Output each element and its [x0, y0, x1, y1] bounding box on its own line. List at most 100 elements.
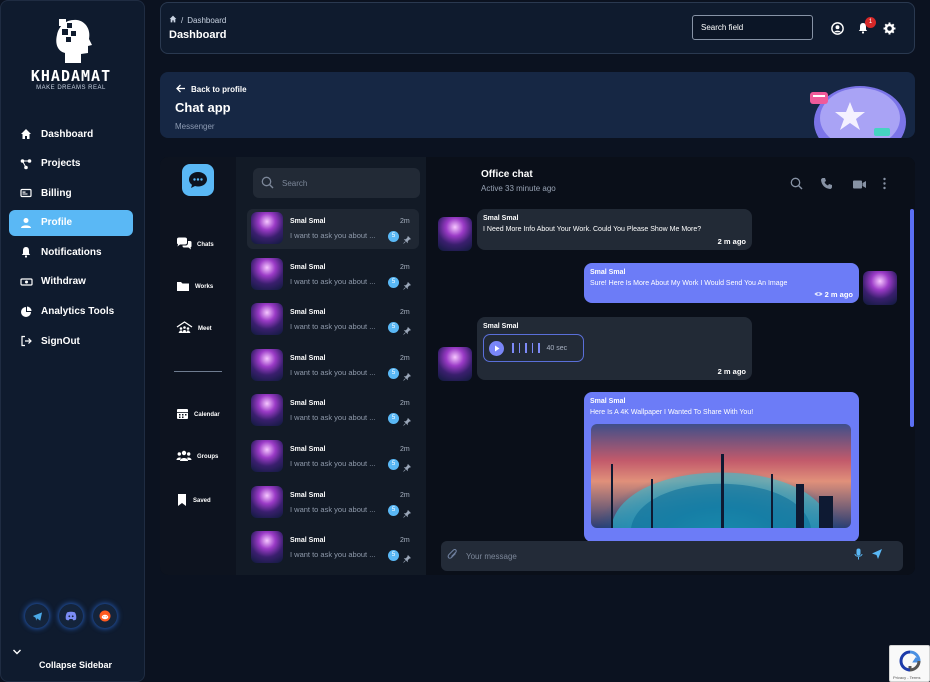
gear-icon[interactable]	[882, 21, 896, 35]
conversation-time: 2m	[400, 491, 410, 499]
play-icon[interactable]	[489, 340, 504, 356]
chat-app-logo-icon[interactable]	[182, 164, 214, 196]
recaptcha-badge[interactable]: Privacy - Terms	[889, 645, 930, 682]
conversation-item[interactable]: Smal Smal I want to ask you about ... 2m 5	[247, 346, 419, 386]
bell-icon	[19, 245, 33, 259]
rail-item-label: Chats	[197, 241, 214, 248]
sidebar-item-label: Notifications	[41, 246, 102, 258]
microphone-icon[interactable]	[854, 547, 863, 565]
phone-icon[interactable]	[820, 177, 833, 195]
rail-item-meet[interactable]: Meet	[176, 321, 212, 336]
billing-icon	[19, 186, 33, 200]
unread-badge: 5	[388, 504, 399, 516]
message-input[interactable]	[466, 551, 846, 561]
sidebar-item-dashboard[interactable]: Dashboard	[9, 121, 133, 147]
send-icon[interactable]	[871, 547, 883, 565]
discord-icon[interactable]	[59, 604, 83, 628]
home-icon[interactable]	[169, 15, 177, 25]
avatar[interactable]	[863, 271, 897, 305]
chats-icon	[176, 237, 192, 252]
avatar	[251, 257, 283, 290]
rail-item-groups[interactable]: Groups	[176, 450, 218, 464]
conversation-item[interactable]: Smal Smal I want to ask you about ... 2m 5	[247, 391, 419, 431]
conversation-name: Smal Smal	[290, 309, 326, 317]
chevron-down-icon	[12, 643, 22, 661]
more-options-icon[interactable]	[882, 177, 887, 195]
conversation-item[interactable]: Smal Smal I want to ask you about ... 2m 5	[247, 209, 419, 249]
conversation-view: Office chat Active 33 minute ago Smal Sm…	[426, 157, 915, 575]
search-icon	[261, 176, 274, 191]
sidebar-item-label: Analytics Tools	[41, 306, 115, 318]
video-call-icon[interactable]	[852, 177, 867, 195]
avatar[interactable]	[438, 347, 472, 381]
rail-item-saved[interactable]: Saved	[176, 493, 211, 509]
page-title: Dashboard	[169, 29, 227, 41]
message-sender: Smal Smal	[590, 269, 626, 276]
conversation-item[interactable]: Smal Smal I want to ask you about ... 2m 5	[247, 300, 419, 340]
pin-icon[interactable]	[403, 550, 412, 568]
search-icon[interactable]	[790, 177, 803, 195]
pin-icon[interactable]	[403, 231, 412, 249]
account-icon[interactable]	[830, 21, 844, 35]
sidebar-item-projects[interactable]: Projects	[9, 151, 133, 177]
message-bubble-outgoing: Smal Smal Sure! Here Is More About My Wo…	[584, 263, 859, 303]
avatar	[251, 212, 283, 244]
conversation-time: 2m	[400, 309, 410, 317]
search-input[interactable]	[692, 15, 813, 40]
conversation-item[interactable]: Smal Smal I want to ask you about ... 2m 5	[247, 483, 419, 523]
rail-item-calendar[interactable]: Calendar	[176, 407, 220, 422]
conversation-name: Smal Smal	[290, 491, 326, 499]
reddit-icon[interactable]	[93, 604, 117, 628]
sidebar-item-analytics-tools[interactable]: Analytics Tools	[9, 299, 133, 325]
shared-wallpaper-image[interactable]	[591, 424, 851, 528]
avatar	[251, 531, 283, 564]
conversation-search-input[interactable]: Search	[253, 168, 420, 198]
brand-logo[interactable]: KHADAMAT MAKE DREAMS REAL	[21, 15, 121, 95]
voice-message-player[interactable]: 40 sec	[483, 334, 584, 362]
star-illustration-icon	[808, 80, 908, 138]
sidebar-item-notifications[interactable]: Notifications	[9, 239, 133, 265]
paperclip-icon[interactable]	[447, 547, 458, 565]
message-text: Here Is A 4K Wallpaper I Wanted To Share…	[590, 409, 754, 416]
pin-icon[interactable]	[403, 277, 412, 295]
top-bar: / Dashboard Dashboard 1	[160, 2, 915, 54]
rail-item-chats[interactable]: Chats	[176, 237, 214, 252]
avatar	[251, 303, 283, 336]
avatar[interactable]	[438, 217, 472, 251]
sidebar-item-label: Projects	[41, 158, 81, 170]
sidebar-item-billing[interactable]: Billing	[9, 180, 133, 206]
telegram-icon[interactable]	[25, 604, 49, 628]
sidebar: KHADAMAT MAKE DREAMS REAL Dashboard Proj…	[0, 0, 145, 682]
sidebar-item-signout[interactable]: SignOut	[9, 328, 133, 354]
conversation-item[interactable]: Smal Smal I want to ask you about ... 2m 5	[247, 255, 419, 295]
chat-scrollbar[interactable]	[910, 209, 914, 427]
groups-icon	[176, 450, 192, 464]
pin-icon[interactable]	[403, 459, 412, 477]
message-bubble-outgoing-image: Smal Smal Here Is A 4K Wallpaper I Wante…	[584, 392, 859, 542]
conversation-preview: I want to ask you about ...	[290, 413, 376, 423]
sidebar-item-profile[interactable]: Profile	[9, 209, 133, 236]
message-time: 2 m ago	[824, 290, 853, 299]
rail-item-works[interactable]: Works	[176, 280, 213, 294]
recaptcha-icon	[899, 650, 921, 677]
sidebar-item-withdraw[interactable]: Withdraw	[9, 269, 133, 295]
avatar	[251, 394, 283, 427]
breadcrumb-separator: /	[181, 15, 184, 25]
conversation-item[interactable]: Smal Smal I want to ask you about ... 2m 5	[247, 528, 419, 568]
conversation-name: Smal Smal	[290, 400, 326, 408]
conversation-name: Smal Smal	[290, 537, 326, 545]
breadcrumb-current[interactable]: Dashboard	[187, 16, 226, 25]
conversation-time: 2m	[400, 400, 410, 408]
recaptcha-text[interactable]: Privacy - Terms	[893, 675, 920, 680]
pin-icon[interactable]	[403, 368, 412, 386]
conversation-item[interactable]: Smal Smal I want to ask you about ... 2m 5	[247, 437, 419, 477]
back-to-profile-link[interactable]: Back to profile	[176, 84, 247, 95]
pin-icon[interactable]	[403, 413, 412, 431]
conversation-preview: I want to ask you about ...	[290, 550, 376, 560]
message-time-row: 2 m ago	[814, 290, 853, 299]
seen-eye-icon	[814, 290, 823, 299]
rail-divider	[174, 371, 222, 372]
pin-icon[interactable]	[403, 322, 412, 340]
conversation-name: Smal Smal	[290, 354, 326, 362]
pin-icon[interactable]	[403, 505, 412, 523]
